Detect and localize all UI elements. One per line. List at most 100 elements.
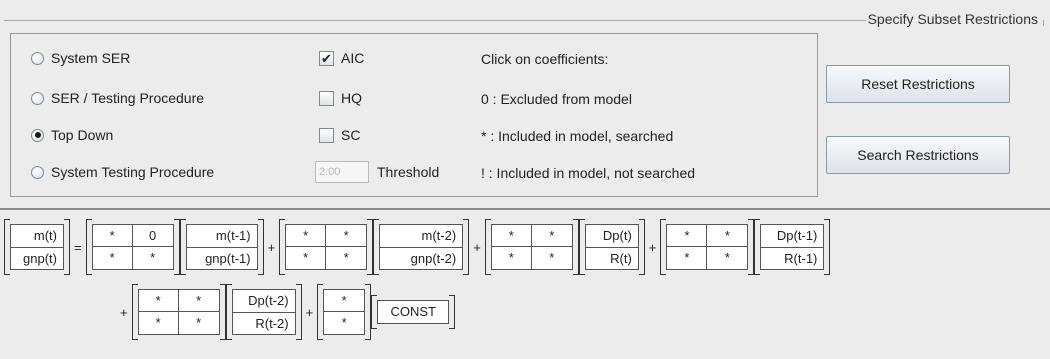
vector-entry: Dp(t) (602, 228, 632, 243)
vector-entry: gnp(t-1) (186, 247, 257, 269)
vector-entry: m(t-2) (421, 228, 457, 243)
coef-cell[interactable]: * (179, 312, 219, 334)
radio-label: System Testing Procedure (51, 164, 215, 180)
search-restrictions-button[interactable]: Search Restrictions (826, 136, 1010, 174)
vector-box: Dp(t-2) R(t-2) (231, 289, 296, 335)
checkbox-sc[interactable]: SC (319, 127, 360, 143)
coef-cell[interactable]: * (138, 290, 179, 312)
radio-circle-selected[interactable] (31, 128, 44, 142)
coef-cell[interactable]: * (532, 247, 572, 269)
radio-ser-testing[interactable]: SER / Testing Procedure (31, 90, 204, 106)
radio-label: SER / Testing Procedure (51, 90, 205, 106)
vector-entry: Dp(t-2) (248, 293, 289, 308)
radio-circle[interactable] (31, 51, 44, 65)
coef-cell[interactable]: * (326, 247, 366, 269)
radio-dot (34, 132, 41, 138)
equals-sign: = (74, 239, 82, 255)
equation-row-1: m(t) gnp(t) = * 0 * * m(t-1) gnp(t-1) + … (4, 219, 831, 275)
checkbox-hq[interactable]: HQ (319, 90, 362, 106)
coef-cell[interactable]: * (286, 225, 327, 247)
matrix-grid: * 0 * * (91, 224, 174, 270)
matrix-grid: * * (323, 289, 366, 335)
regressor-vector: m(t-2) gnp(t-2) (373, 219, 470, 275)
regressor-vector: Dp(t-1) R(t-1) (754, 219, 831, 275)
vector-box: m(t-2) gnp(t-2) (379, 224, 464, 270)
checkbox-aic[interactable]: ✔ AIC (319, 50, 364, 66)
coef-matrix: * * * * (484, 219, 579, 275)
vector-entry: m(t-1) (215, 228, 251, 243)
plus-sign: + (305, 304, 314, 320)
coef-cell[interactable]: * (93, 247, 133, 269)
coef-cell[interactable]: * (707, 247, 747, 269)
coef-matrix: * * * * (279, 219, 374, 275)
radio-system-ser[interactable]: System SER (31, 50, 130, 66)
equation-row-2: + * * * * Dp(t-2) R(t-2) + * * CONST (116, 284, 456, 340)
vector-entry: R(t-1) (761, 247, 824, 269)
regressor-vector: CONST (371, 295, 456, 329)
coef-cell[interactable]: * (324, 312, 364, 334)
group-title: Specify Subset Restrictions (865, 11, 1040, 27)
vector-box: CONST (377, 300, 450, 324)
checkbox-label: SC (341, 127, 361, 143)
reset-restrictions-button[interactable]: Reset Restrictions (826, 65, 1010, 103)
vector-entry: CONST (390, 304, 436, 319)
coef-cell[interactable]: * (531, 225, 572, 247)
plus-sign: + (267, 239, 276, 255)
coef-cell[interactable]: * (326, 225, 367, 247)
coef-matrix: * * * * (131, 284, 226, 340)
matrix-grid: * * * * (137, 289, 220, 335)
vector-box: m(t-1) gnp(t-1) (185, 224, 258, 270)
radio-top-down[interactable]: Top Down (31, 127, 113, 143)
regressor-vector: Dp(t) R(t) (578, 219, 645, 275)
coef-cell[interactable]: * (286, 247, 327, 269)
matrix-grid: * * * * (490, 224, 573, 270)
threshold-label: Threshold (377, 164, 440, 180)
coef-matrix: * * * * (660, 219, 755, 275)
plus-sign: + (648, 239, 657, 255)
checkmark-icon[interactable]: ✔ (319, 50, 334, 66)
radio-circle[interactable] (31, 165, 44, 179)
vector-entry: gnp(t) (11, 247, 63, 269)
matrix-grid: * * * * (666, 224, 749, 270)
group-border-tick (1043, 20, 1044, 26)
matrix-grid: * * * * (285, 224, 368, 270)
coef-cell[interactable]: * (139, 312, 179, 334)
checkbox-box[interactable] (319, 127, 334, 143)
legend-header: Click on coefficients: (481, 51, 609, 67)
checkbox-label: HQ (341, 90, 362, 106)
legend-item-not-searched: ! : Included in model, not searched (481, 165, 696, 181)
vector-box: m(t) gnp(t) (10, 224, 64, 270)
coef-cell[interactable]: * (492, 247, 532, 269)
radio-label: System SER (51, 50, 131, 66)
radio-system-testing[interactable]: System Testing Procedure (31, 164, 214, 180)
coef-cell[interactable]: * (667, 247, 708, 269)
options-panel: System SER SER / Testing Procedure Top D… (10, 33, 818, 197)
coef-cell[interactable]: * (92, 225, 133, 247)
vector-entry: R(t) (585, 247, 638, 269)
legend-item-searched: * : Included in model, searched (481, 128, 674, 144)
checkbox-label: AIC (341, 50, 365, 66)
regressor-vector: m(t-1) gnp(t-1) (179, 219, 264, 275)
checkbox-box[interactable] (319, 90, 334, 106)
vector-entry: m(t) (33, 228, 57, 243)
vector-entry: R(t-2) (232, 312, 295, 334)
coef-cell[interactable]: * (178, 290, 219, 312)
plus-sign: + (473, 239, 481, 255)
vector-entry: gnp(t-2) (380, 247, 463, 269)
radio-label: Top Down (51, 127, 114, 143)
lhs-vector: m(t) gnp(t) (4, 219, 70, 275)
coef-cell[interactable]: * (707, 225, 748, 247)
legend-item-excluded: 0 : Excluded from model (481, 91, 632, 107)
threshold-input[interactable]: 2.00 (315, 161, 369, 183)
regressor-vector: Dp(t-2) R(t-2) (225, 284, 302, 340)
coef-cell[interactable]: * (667, 225, 708, 247)
coef-cell[interactable]: 0 (132, 225, 173, 247)
coef-cell[interactable]: * (324, 290, 365, 312)
coef-cell[interactable]: * (133, 247, 173, 269)
radio-circle[interactable] (31, 91, 44, 105)
plus-sign: + (120, 304, 128, 320)
vector-box: Dp(t-1) R(t-1) (760, 224, 825, 270)
coef-cell[interactable]: * (491, 225, 532, 247)
coef-matrix: * * (317, 284, 372, 340)
vector-box: Dp(t) R(t) (584, 224, 639, 270)
